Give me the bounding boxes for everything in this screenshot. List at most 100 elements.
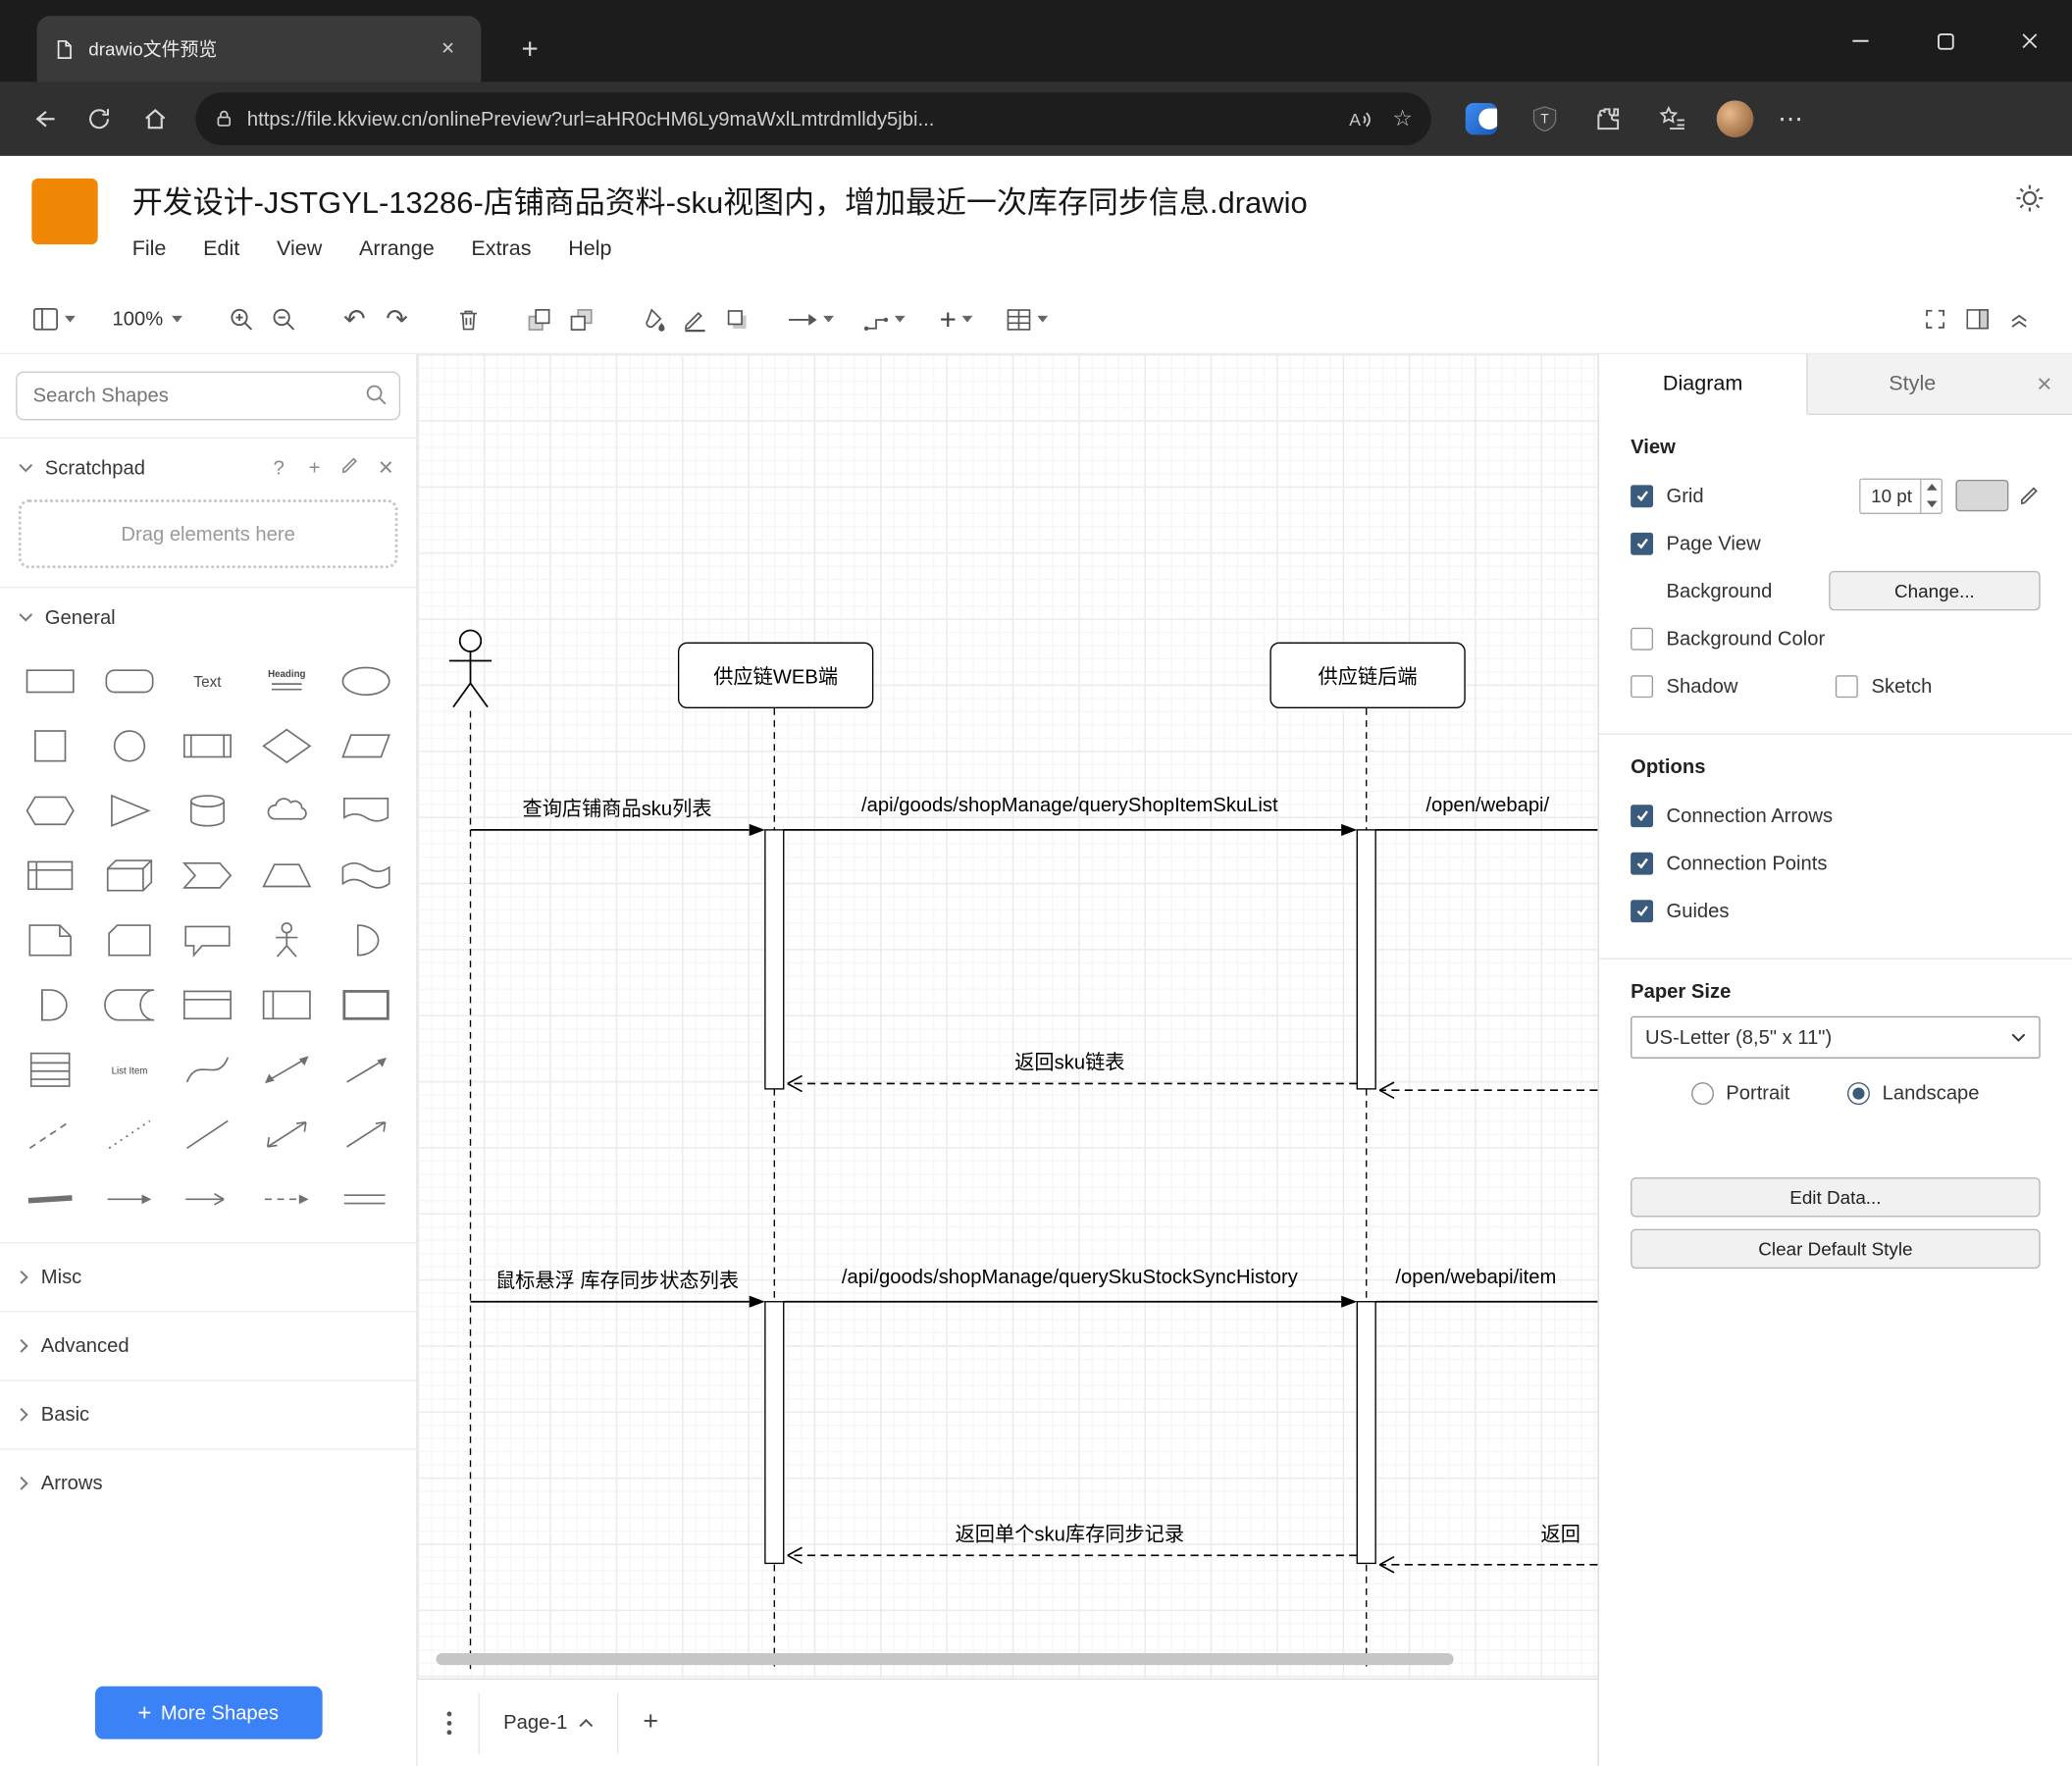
tab-style[interactable]: Style [1808, 354, 2017, 414]
line-color-button[interactable] [674, 296, 716, 341]
message-label[interactable]: 返回 [1541, 1520, 1580, 1547]
shape-line[interactable] [169, 1102, 248, 1167]
search-shapes-input[interactable] [16, 371, 401, 421]
view-panels-button[interactable] [31, 296, 76, 341]
shape-horizontal-container[interactable] [327, 972, 406, 1037]
shape-trapezoid[interactable] [247, 843, 327, 908]
window-minimize-button[interactable] [1818, 0, 1902, 82]
lifeline-backend[interactable]: 供应链后端 [1269, 642, 1466, 708]
clear-default-style-button[interactable]: Clear Default Style [1631, 1228, 2041, 1270]
grid-checkbox[interactable] [1631, 484, 1654, 507]
shadow-button[interactable] [717, 296, 759, 341]
more-shapes-button[interactable]: + More Shapes [94, 1686, 322, 1740]
diagram-canvas[interactable]: 供应链WEB端 供应链后端 查询店铺商品sku列表 /api/goods/sho… [417, 353, 1598, 1679]
message-label[interactable]: 返回单个sku库存同步记录 [784, 1520, 1356, 1547]
scratchpad-header[interactable]: Scratchpad ? + ✕ [0, 439, 416, 496]
menu-help[interactable]: Help [568, 237, 611, 261]
shape-bidirectional-arrow[interactable] [247, 1037, 327, 1102]
shape-diamond[interactable] [247, 713, 327, 778]
menu-file[interactable]: File [132, 237, 167, 261]
table-button[interactable] [1007, 296, 1049, 341]
undo-button[interactable]: ↶ [334, 296, 376, 341]
message-label[interactable]: /api/goods/shopManage/querySkuStockSyncH… [784, 1266, 1356, 1288]
scratchpad-edit-icon[interactable] [338, 456, 362, 480]
to-back-button[interactable] [561, 296, 603, 341]
favorite-star-icon[interactable]: ☆ [1392, 106, 1413, 132]
shape-vertical-container[interactable] [247, 972, 327, 1037]
message-label[interactable]: /open/webapi/item [1395, 1266, 1556, 1288]
shield-extension-icon[interactable]: T [1519, 92, 1572, 145]
activation-bars[interactable] [764, 829, 1376, 1565]
shape-hexagon[interactable] [11, 778, 90, 843]
section-misc[interactable]: Misc [0, 1242, 417, 1311]
shape-tape[interactable] [327, 843, 406, 908]
guides-checkbox[interactable] [1631, 899, 1654, 922]
section-general[interactable]: General [0, 588, 416, 646]
message-label[interactable]: 返回sku链表 [784, 1048, 1356, 1075]
page-tab[interactable]: Page-1 [478, 1691, 619, 1753]
sketch-checkbox[interactable] [1836, 674, 1859, 698]
grid-color-picker-icon[interactable] [2019, 485, 2041, 506]
shape-bidirectional-connector[interactable] [247, 1102, 327, 1167]
shape-actor[interactable] [247, 908, 327, 972]
scratchpad-help-icon[interactable]: ? [267, 456, 290, 479]
actor-figure[interactable] [448, 629, 492, 708]
shape-cylinder[interactable] [169, 778, 248, 843]
menu-extras[interactable]: Extras [471, 237, 531, 261]
shape-ellipse[interactable] [327, 649, 406, 713]
landscape-option[interactable]: Landscape [1847, 1081, 1980, 1105]
shape-arrow-h3[interactable] [247, 1167, 327, 1231]
refresh-button[interactable] [72, 92, 128, 145]
message-label[interactable]: 鼠标悬浮 库存同步状态列表 [471, 1266, 764, 1293]
message-label[interactable]: 查询店铺商品sku列表 [471, 795, 764, 822]
insert-button[interactable]: + [935, 296, 977, 341]
window-maximize-button[interactable] [1903, 0, 1988, 82]
section-advanced[interactable]: Advanced [0, 1311, 417, 1379]
shape-directional-connector[interactable] [327, 1102, 406, 1167]
shape-container[interactable] [169, 972, 248, 1037]
shape-dotted-line[interactable] [89, 1102, 169, 1167]
shape-square[interactable] [11, 713, 90, 778]
change-background-button[interactable]: Change... [1829, 570, 2041, 611]
shape-step[interactable] [169, 843, 248, 908]
grid-color-swatch[interactable] [1955, 479, 2009, 512]
shape-list[interactable] [11, 1037, 90, 1102]
search-icon[interactable] [363, 382, 388, 407]
new-tab-button[interactable]: + [507, 23, 552, 76]
horizontal-scrollbar[interactable] [436, 1653, 1454, 1666]
address-bar[interactable]: https://file.kkview.cn/onlinePreview?url… [195, 92, 1431, 146]
page-view-checkbox[interactable] [1631, 532, 1654, 555]
window-close-button[interactable] [1988, 0, 2072, 82]
edit-data-button[interactable]: Edit Data... [1631, 1177, 2041, 1218]
tab-close-icon[interactable]: ✕ [431, 31, 465, 66]
shape-or[interactable] [327, 908, 406, 972]
paper-size-select[interactable]: US-Letter (8,5" x 11") [1631, 1015, 2041, 1059]
shape-triangle[interactable] [89, 778, 169, 843]
grid-size-stepper[interactable] [1920, 479, 1942, 512]
read-aloud-icon[interactable]: A [1348, 108, 1377, 130]
lifeline-web[interactable]: 供应链WEB端 [677, 642, 874, 708]
landscape-radio[interactable] [1847, 1081, 1871, 1105]
shape-document[interactable] [327, 778, 406, 843]
format-panel-close-icon[interactable]: ✕ [2017, 354, 2072, 414]
shape-arrow[interactable] [327, 1037, 406, 1102]
grid-size-input[interactable]: 10 pt [1858, 477, 1943, 514]
shape-text[interactable]: Text [169, 649, 248, 713]
shape-circle[interactable] [89, 713, 169, 778]
back-button[interactable] [16, 92, 72, 145]
section-arrows[interactable]: Arrows [0, 1448, 417, 1517]
browser-tab[interactable]: drawio文件预览 ✕ [36, 16, 482, 82]
zoom-out-button[interactable] [262, 296, 304, 341]
shape-and[interactable] [11, 972, 90, 1037]
shape-process[interactable] [169, 713, 248, 778]
delete-button[interactable] [447, 296, 490, 341]
connection-arrows-checkbox[interactable] [1631, 804, 1654, 827]
shape-cube[interactable] [89, 843, 169, 908]
shape-arrow-h4[interactable] [327, 1167, 406, 1231]
shape-curve[interactable] [169, 1037, 248, 1102]
tab-diagram[interactable]: Diagram [1598, 353, 1808, 415]
fill-color-button[interactable] [632, 296, 674, 341]
to-front-button[interactable] [519, 296, 561, 341]
portrait-option[interactable]: Portrait [1691, 1081, 1789, 1105]
theme-toggle-icon[interactable] [2014, 182, 2046, 221]
